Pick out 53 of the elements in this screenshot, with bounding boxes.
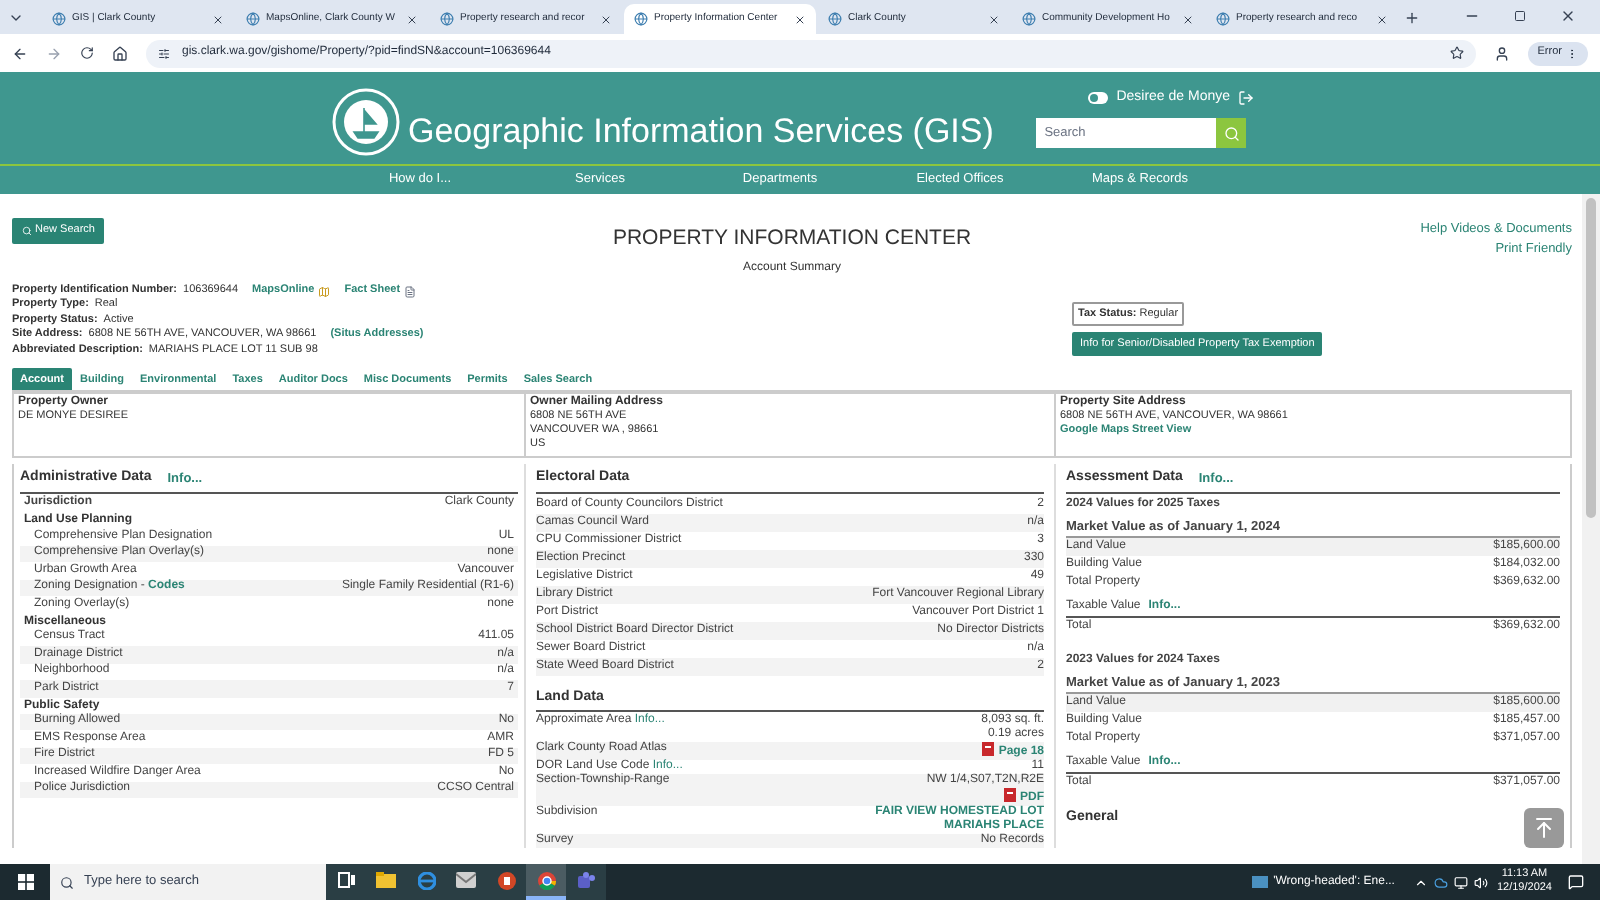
task-view-icon xyxy=(337,872,355,888)
globe-icon xyxy=(828,12,842,26)
search-icon xyxy=(1223,125,1240,142)
cloud-icon[interactable] xyxy=(1434,875,1449,889)
globe-icon xyxy=(246,12,260,26)
windows-start-icon[interactable] xyxy=(17,874,33,890)
chrome-browser-icon xyxy=(537,871,555,889)
close-icon[interactable] xyxy=(794,13,806,25)
chevron-up-icon[interactable] xyxy=(1414,875,1429,889)
scrollbar[interactable] xyxy=(1582,194,1600,864)
close-icon[interactable] xyxy=(1560,8,1576,24)
reload-icon[interactable] xyxy=(80,46,94,60)
county-seal-logo xyxy=(332,88,400,156)
browser-e-icon xyxy=(417,871,435,889)
toggle-icon[interactable] xyxy=(1088,92,1109,104)
arrow-up-icon xyxy=(1532,816,1556,840)
folder-icon xyxy=(376,872,396,888)
news-icon xyxy=(1251,876,1268,888)
close-icon[interactable] xyxy=(600,13,612,25)
home-icon[interactable] xyxy=(112,45,128,61)
network-icon[interactable] xyxy=(1454,875,1469,889)
chat-app-icon xyxy=(576,871,596,889)
notification-icon[interactable] xyxy=(1568,874,1584,890)
globe-icon xyxy=(634,12,648,26)
maximize-icon[interactable] xyxy=(1514,10,1526,22)
site-settings-icon[interactable] xyxy=(158,47,170,59)
volume-icon[interactable] xyxy=(1474,875,1489,889)
close-icon[interactable] xyxy=(406,13,418,25)
presentation-app-icon xyxy=(497,871,515,889)
scroll-to-top-button[interactable] xyxy=(1524,808,1564,848)
close-icon[interactable] xyxy=(1376,13,1388,25)
scrollbar-thumb[interactable] xyxy=(1586,198,1596,518)
globe-icon xyxy=(1216,12,1230,26)
profile-icon[interactable] xyxy=(1493,45,1510,61)
search-icon xyxy=(60,875,74,889)
close-icon[interactable] xyxy=(212,13,224,25)
new-tab-icon[interactable] xyxy=(1404,10,1420,26)
map-icon xyxy=(318,285,331,297)
back-icon[interactable] xyxy=(12,45,28,61)
globe-icon xyxy=(440,12,454,26)
bookmark-star-icon[interactable] xyxy=(1449,46,1464,60)
page-title: PROPERTY INFORMATION CENTER xyxy=(612,224,972,254)
globe-icon xyxy=(52,12,66,26)
close-icon[interactable] xyxy=(1182,13,1194,25)
search-icon xyxy=(21,226,32,236)
envelope-icon xyxy=(456,872,476,888)
tab-list-icon[interactable] xyxy=(8,10,24,26)
site-title: Geographic Information Services (GIS) xyxy=(408,113,994,147)
close-icon[interactable] xyxy=(988,13,1000,25)
sign-out-icon[interactable] xyxy=(1238,90,1254,106)
globe-icon xyxy=(1022,12,1036,26)
search-button[interactable] xyxy=(1216,118,1247,149)
document-icon xyxy=(404,285,417,297)
